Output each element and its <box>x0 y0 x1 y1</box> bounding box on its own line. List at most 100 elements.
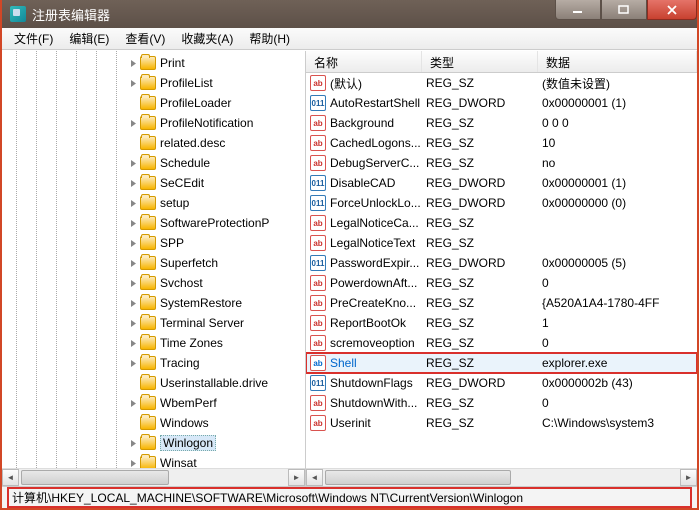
tree-item[interactable]: WbemPerf <box>2 393 305 413</box>
menu-view[interactable]: 查看(V) <box>117 28 173 49</box>
tree-item[interactable]: ProfileNotification <box>2 113 305 133</box>
expand-icon[interactable] <box>128 458 138 468</box>
close-button[interactable] <box>647 0 697 20</box>
expand-icon[interactable] <box>128 198 138 208</box>
expand-icon[interactable] <box>128 438 138 448</box>
scroll-left-button[interactable]: ◄ <box>306 469 323 486</box>
menu-file[interactable]: 文件(F) <box>6 28 61 49</box>
window-titlebar[interactable]: 注册表编辑器 <box>2 0 697 28</box>
scroll-thumb[interactable] <box>325 470 511 485</box>
tree-item[interactable]: Time Zones <box>2 333 305 353</box>
scroll-thumb[interactable] <box>21 470 169 485</box>
scroll-right-button[interactable]: ► <box>680 469 697 486</box>
value-data: 0x00000001 (1) <box>538 176 697 190</box>
value-row[interactable]: abLegalNoticeCa...REG_SZ <box>306 213 697 233</box>
expand-icon[interactable] <box>128 158 138 168</box>
expand-icon[interactable] <box>128 238 138 248</box>
tree-item-label: Terminal Server <box>160 316 244 330</box>
tree-item[interactable]: Winlogon <box>2 433 305 453</box>
tree-item[interactable]: Windows <box>2 413 305 433</box>
tree-item[interactable]: SPP <box>2 233 305 253</box>
tree-item[interactable]: setup <box>2 193 305 213</box>
tree-item[interactable]: Tracing <box>2 353 305 373</box>
value-row[interactable]: abDebugServerC...REG_SZno <box>306 153 697 173</box>
value-row[interactable]: abPowerdownAft...REG_SZ0 <box>306 273 697 293</box>
tree-item[interactable]: Svchost <box>2 273 305 293</box>
value-name-cell: 011PasswordExpir... <box>306 255 422 271</box>
tree-item[interactable]: Userinstallable.drive <box>2 373 305 393</box>
expand-icon[interactable] <box>128 278 138 288</box>
leaf-icon <box>128 98 138 108</box>
value-name: PowerdownAft... <box>330 276 417 290</box>
menu-edit[interactable]: 编辑(E) <box>61 28 117 49</box>
value-row[interactable]: 011DisableCADREG_DWORD0x00000001 (1) <box>306 173 697 193</box>
value-name: PasswordExpir... <box>330 256 419 270</box>
value-name-cell: abPreCreateKno... <box>306 295 422 311</box>
tree-item[interactable]: Schedule <box>2 153 305 173</box>
value-name: LegalNoticeText <box>330 236 415 250</box>
scroll-left-button[interactable]: ◄ <box>2 469 19 486</box>
app-icon <box>10 6 26 22</box>
expand-icon[interactable] <box>128 178 138 188</box>
value-row[interactable]: 011ShutdownFlagsREG_DWORD0x0000002b (43) <box>306 373 697 393</box>
tree-item[interactable]: SystemRestore <box>2 293 305 313</box>
scroll-track[interactable] <box>323 469 680 486</box>
value-row[interactable]: abBackgroundREG_SZ0 0 0 <box>306 113 697 133</box>
tree-item[interactable]: ProfileLoader <box>2 93 305 113</box>
maximize-button[interactable] <box>601 0 647 20</box>
value-name-cell: abLegalNoticeCa... <box>306 215 422 231</box>
value-row[interactable]: 011ForceUnlockLo...REG_DWORD0x00000000 (… <box>306 193 697 213</box>
tree-item[interactable]: Superfetch <box>2 253 305 273</box>
tree-item[interactable]: SeCEdit <box>2 173 305 193</box>
value-row[interactable]: abPreCreateKno...REG_SZ{A520A1A4-1780-4F… <box>306 293 697 313</box>
tree-item[interactable]: related.desc <box>2 133 305 153</box>
expand-icon[interactable] <box>128 318 138 328</box>
tree-horizontal-scrollbar[interactable]: ◄ ► <box>2 468 305 486</box>
value-row[interactable]: 011PasswordExpir...REG_DWORD0x00000005 (… <box>306 253 697 273</box>
column-data[interactable]: 数据 <box>538 51 697 72</box>
expand-icon[interactable] <box>128 298 138 308</box>
value-data: 1 <box>538 316 697 330</box>
expand-icon[interactable] <box>128 258 138 268</box>
scroll-track[interactable] <box>19 469 288 486</box>
expand-icon[interactable] <box>128 218 138 228</box>
value-row[interactable]: abLegalNoticeTextREG_SZ <box>306 233 697 253</box>
tree-item[interactable]: SoftwareProtectionP <box>2 213 305 233</box>
tree-item[interactable]: Terminal Server <box>2 313 305 333</box>
scroll-right-button[interactable]: ► <box>288 469 305 486</box>
value-row[interactable]: abUserinitREG_SZC:\Windows\system3 <box>306 413 697 433</box>
string-value-icon: ab <box>310 155 326 171</box>
tree-pane[interactable]: PrintProfileListProfileLoaderProfileNoti… <box>2 51 306 486</box>
folder-icon <box>140 136 156 150</box>
value-name-cell: 011ForceUnlockLo... <box>306 195 422 211</box>
value-type: REG_DWORD <box>422 256 538 270</box>
values-pane[interactable]: 名称 类型 数据 ab(默认)REG_SZ(数值未设置)011AutoResta… <box>306 51 697 486</box>
menu-help[interactable]: 帮助(H) <box>241 28 298 49</box>
values-horizontal-scrollbar[interactable]: ◄ ► <box>306 468 697 486</box>
value-data: 0 0 0 <box>538 116 697 130</box>
minimize-button[interactable] <box>555 0 601 20</box>
value-row[interactable]: abReportBootOkREG_SZ1 <box>306 313 697 333</box>
menu-favorites[interactable]: 收藏夹(A) <box>173 28 241 49</box>
expand-icon[interactable] <box>128 338 138 348</box>
expand-icon[interactable] <box>128 398 138 408</box>
column-name[interactable]: 名称 <box>306 51 422 72</box>
expand-icon[interactable] <box>128 58 138 68</box>
value-row[interactable]: ab(默认)REG_SZ(数值未设置) <box>306 73 697 93</box>
value-row[interactable]: abCachedLogons...REG_SZ10 <box>306 133 697 153</box>
expand-icon[interactable] <box>128 78 138 88</box>
tree-item[interactable]: Print <box>2 53 305 73</box>
value-name-cell: 011DisableCAD <box>306 175 422 191</box>
expand-icon[interactable] <box>128 118 138 128</box>
value-row[interactable]: 011AutoRestartShellREG_DWORD0x00000001 (… <box>306 93 697 113</box>
value-type: REG_SZ <box>422 296 538 310</box>
value-data: 0x00000001 (1) <box>538 96 697 110</box>
column-type[interactable]: 类型 <box>422 51 538 72</box>
value-row[interactable]: abShutdownWith...REG_SZ0 <box>306 393 697 413</box>
value-row[interactable]: abscremoveoptionREG_SZ0 <box>306 333 697 353</box>
expand-icon[interactable] <box>128 358 138 368</box>
string-value-icon: ab <box>310 275 326 291</box>
tree-item[interactable]: ProfileList <box>2 73 305 93</box>
value-row[interactable]: abShellREG_SZexplorer.exe <box>306 353 697 373</box>
folder-icon <box>140 296 156 310</box>
